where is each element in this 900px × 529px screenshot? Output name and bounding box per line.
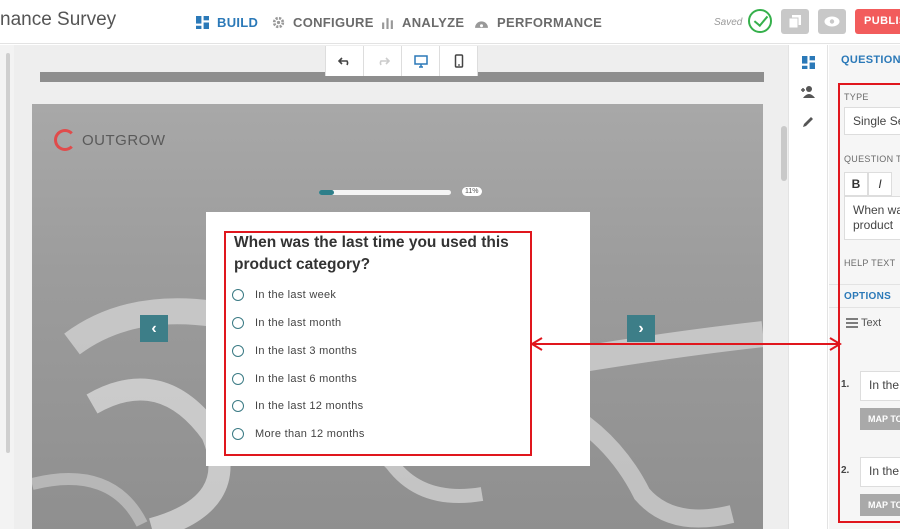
desktop-view-button[interactable]: [402, 46, 440, 76]
panel-icon-column: [788, 45, 828, 529]
mobile-view-button[interactable]: [440, 46, 478, 76]
outgrow-logo-icon: [54, 129, 76, 151]
brand-logo: OUTGROW: [54, 129, 166, 151]
canvas-scrollbar[interactable]: [781, 126, 787, 181]
panel-title: QUESTION: [841, 54, 900, 66]
question-highlight-box: [224, 231, 532, 456]
nav-analyze[interactable]: ANALYZE: [381, 14, 464, 30]
bar-chart-icon: [382, 17, 393, 29]
add-user-tab[interactable]: [789, 76, 827, 106]
pencil-icon: [802, 116, 813, 127]
logo-text: OUTGROW: [82, 131, 166, 149]
left-scrollbar[interactable]: [6, 53, 10, 453]
progress-bar: [319, 190, 451, 195]
panel-highlight-box: [838, 83, 900, 523]
prev-arrow-button[interactable]: ‹: [140, 315, 168, 342]
chevron-right-icon: ›: [638, 319, 644, 337]
copy-button[interactable]: [781, 9, 809, 34]
copy-icon: [789, 15, 801, 28]
grid-icon: [196, 15, 209, 29]
redo-icon: [379, 57, 390, 66]
top-bar: nance Survey BUILD CONFIGURE ANALYZE PER…: [0, 0, 900, 44]
saved-status: Saved: [714, 17, 743, 28]
grid-icon: [801, 55, 815, 69]
chevron-left-icon: ‹: [151, 319, 157, 337]
layout-tab[interactable]: [789, 47, 827, 77]
add-user-icon: [800, 85, 815, 98]
app-title: nance Survey: [0, 9, 117, 30]
canvas-toolbar: [325, 46, 478, 76]
nav-configure[interactable]: CONFIGURE: [272, 14, 374, 30]
publish-button[interactable]: PUBLIS: [855, 9, 900, 34]
connector-arrow: [530, 337, 842, 351]
eye-icon: [824, 16, 840, 27]
edit-tab[interactable]: [789, 106, 827, 136]
progress-percent: 11%: [462, 187, 482, 196]
undo-icon: [337, 57, 348, 66]
gear-icon: [272, 16, 285, 28]
desktop-icon: [413, 55, 428, 68]
nav-build[interactable]: BUILD: [196, 14, 258, 30]
undo-button[interactable]: [326, 46, 364, 76]
progress-fill: [319, 190, 334, 195]
redo-button[interactable]: [364, 46, 402, 76]
check-icon: [748, 9, 772, 33]
left-gutter: [0, 45, 14, 529]
nav-analyze-label: ANALYZE: [402, 14, 465, 30]
nav-performance[interactable]: PERFORMANCE: [474, 14, 602, 30]
nav-build-label: BUILD: [217, 14, 259, 30]
page: nance Survey BUILD CONFIGURE ANALYZE PER…: [0, 0, 900, 529]
mobile-icon: [454, 54, 463, 68]
preview-button[interactable]: [818, 9, 846, 34]
dashboard-icon: [475, 20, 488, 28]
nav-configure-label: CONFIGURE: [293, 14, 374, 30]
nav-performance-label: PERFORMANCE: [497, 14, 603, 30]
